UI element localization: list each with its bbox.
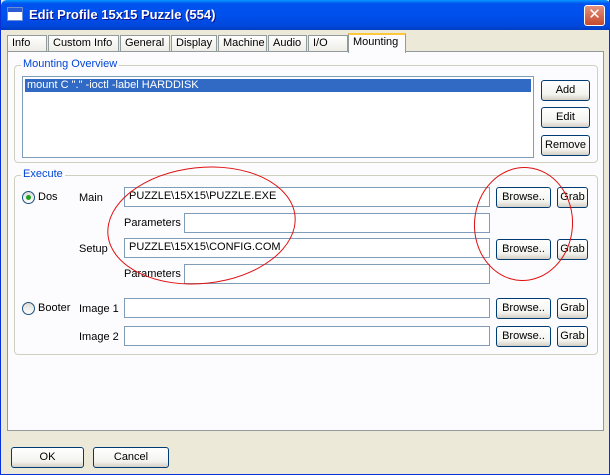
- title-bar[interactable]: Edit Profile 15x15 Puzzle (554) ✕: [1, 0, 610, 30]
- main-parameters-label: Parameters: [124, 217, 181, 229]
- main-label: Main: [79, 192, 103, 204]
- image1-label: Image 1: [79, 303, 119, 315]
- booter-label: Booter: [38, 302, 71, 314]
- tab-mounting[interactable]: Mounting: [348, 33, 406, 53]
- remove-mount-button[interactable]: Remove: [541, 135, 590, 156]
- ok-button[interactable]: OK: [11, 447, 84, 468]
- close-icon[interactable]: ✕: [584, 5, 605, 26]
- image1-grab-button[interactable]: Grab: [557, 298, 588, 319]
- image2-grab-button[interactable]: Grab: [557, 326, 588, 347]
- tab-io[interactable]: I/O: [308, 35, 348, 52]
- execute-group: Execute Dos Main PUZZLE\15X15\PUZZLE.EXE…: [14, 168, 598, 355]
- image1-field[interactable]: [124, 298, 490, 318]
- setup-exe-field[interactable]: PUZZLE\15X15\CONFIG.COM: [124, 238, 490, 258]
- main-parameters-field[interactable]: [184, 213, 490, 233]
- setup-grab-button[interactable]: Grab: [557, 239, 588, 260]
- edit-profile-dialog: Edit Profile 15x15 Puzzle (554) ✕ Info C…: [0, 0, 610, 475]
- tab-general[interactable]: General: [120, 35, 170, 52]
- dos-radio[interactable]: [22, 191, 35, 204]
- tab-machine[interactable]: Machine: [218, 35, 267, 52]
- dos-label: Dos: [38, 191, 58, 203]
- mounting-tab-panel: Mounting Overview mount C "." -ioctl -la…: [7, 51, 604, 431]
- tab-custom-info[interactable]: Custom Info: [48, 35, 119, 52]
- image2-browse-button[interactable]: Browse..: [496, 326, 551, 347]
- setup-label: Setup: [79, 243, 108, 255]
- mounting-overview-label: Mounting Overview: [21, 58, 120, 70]
- setup-browse-button[interactable]: Browse..: [496, 239, 551, 260]
- tab-audio[interactable]: Audio: [268, 35, 307, 52]
- main-grab-button[interactable]: Grab: [557, 187, 588, 208]
- booter-radio[interactable]: [22, 302, 35, 315]
- add-mount-button[interactable]: Add: [541, 80, 590, 101]
- tab-display[interactable]: Display: [171, 35, 217, 52]
- window-title: Edit Profile 15x15 Puzzle (554): [29, 7, 216, 22]
- main-browse-button[interactable]: Browse..: [496, 187, 551, 208]
- setup-parameters-field[interactable]: [184, 264, 490, 284]
- image2-field[interactable]: [124, 326, 490, 346]
- setup-parameters-label: Parameters: [124, 268, 181, 280]
- cancel-button[interactable]: Cancel: [93, 447, 169, 468]
- image2-label: Image 2: [79, 331, 119, 343]
- edit-mount-button[interactable]: Edit: [541, 107, 590, 128]
- list-item[interactable]: mount C "." -ioctl -label HARDDISK: [25, 79, 531, 92]
- window-icon: [7, 7, 23, 21]
- tab-info[interactable]: Info: [7, 35, 47, 52]
- mount-list[interactable]: mount C "." -ioctl -label HARDDISK: [22, 76, 534, 158]
- main-exe-field[interactable]: PUZZLE\15X15\PUZZLE.EXE: [124, 187, 490, 207]
- execute-label: Execute: [21, 168, 65, 180]
- image1-browse-button[interactable]: Browse..: [496, 298, 551, 319]
- mounting-overview-group: Mounting Overview mount C "." -ioctl -la…: [14, 58, 598, 163]
